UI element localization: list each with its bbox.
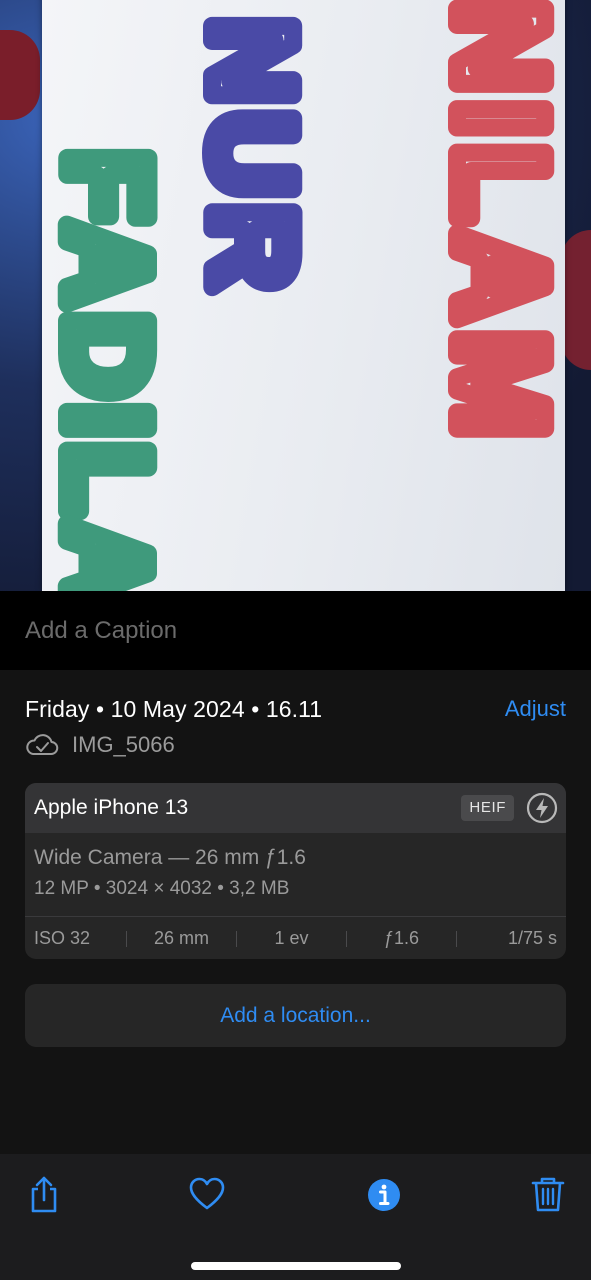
cloud-check-icon — [26, 734, 59, 755]
bottom-toolbar — [0, 1154, 591, 1280]
trash-icon — [531, 1177, 565, 1212]
add-location-button[interactable]: Add a location... — [25, 984, 566, 1047]
exif-iso: ISO 32 — [34, 928, 91, 948]
exif-aperture: ƒ1.6 — [383, 928, 420, 948]
info-icon — [368, 1179, 400, 1211]
device-name: Apple iPhone 13 — [34, 796, 189, 819]
flash-icon — [526, 792, 558, 824]
delete-button[interactable] — [528, 1174, 568, 1214]
exif-exposure: 1 ev — [274, 928, 309, 948]
file-name: IMG_5066 — [72, 732, 175, 757]
format-badge: HEIF — [461, 795, 514, 821]
info-panel: Friday • 10 May 2024 • 16.11 Adjust IMG_… — [0, 670, 591, 1154]
svg-text:FADILAH: FADILAH — [42, 150, 173, 591]
photo-word-nilam: NILAM — [420, 0, 565, 454]
exif-shutter-speed: 1/75 s — [507, 928, 557, 948]
camera-info-header: Apple iPhone 13 HEIF — [25, 783, 566, 833]
file-name-row: IMG_5066 — [25, 732, 175, 758]
photo-info-screen: NILAM NUR FADILAH Friday • 10 May 2024 •… — [0, 0, 591, 1280]
photo-word-nur: NUR — [177, 9, 327, 307]
image-specs-label: 12 MP • 3024 × 4032 • 3,2 MB — [34, 878, 290, 899]
background-fabric-red-right — [561, 230, 591, 370]
camera-info-card: Apple iPhone 13 HEIF Wide Camera — 26 mm… — [25, 783, 566, 959]
share-button[interactable] — [24, 1174, 64, 1214]
date-time-label: Friday • 10 May 2024 • 16.11 — [25, 696, 323, 722]
svg-text:NUR: NUR — [186, 18, 318, 298]
adjust-button[interactable]: Adjust — [505, 696, 566, 722]
favorite-button[interactable] — [187, 1174, 227, 1214]
share-icon — [31, 1176, 57, 1213]
caption-input[interactable] — [25, 615, 565, 647]
exif-row: ISO 32 26 mm 1 ev ƒ1.6 1/75 s — [25, 916, 566, 959]
photo-view[interactable]: NILAM NUR FADILAH — [0, 0, 591, 591]
info-button[interactable] — [364, 1174, 404, 1214]
camera-lens-label: Wide Camera — 26 mm ƒ1.6 — [34, 846, 306, 869]
exif-focal-length: 26 mm — [153, 928, 209, 948]
home-indicator[interactable] — [191, 1262, 401, 1270]
heart-icon — [189, 1177, 225, 1210]
svg-text:NILAM: NILAM — [429, 0, 565, 445]
photo-word-fadilah: FADILAH — [42, 141, 182, 591]
caption-bar — [0, 591, 591, 670]
paper-sheet: NILAM NUR FADILAH — [42, 0, 565, 591]
background-fabric-red — [0, 30, 40, 120]
